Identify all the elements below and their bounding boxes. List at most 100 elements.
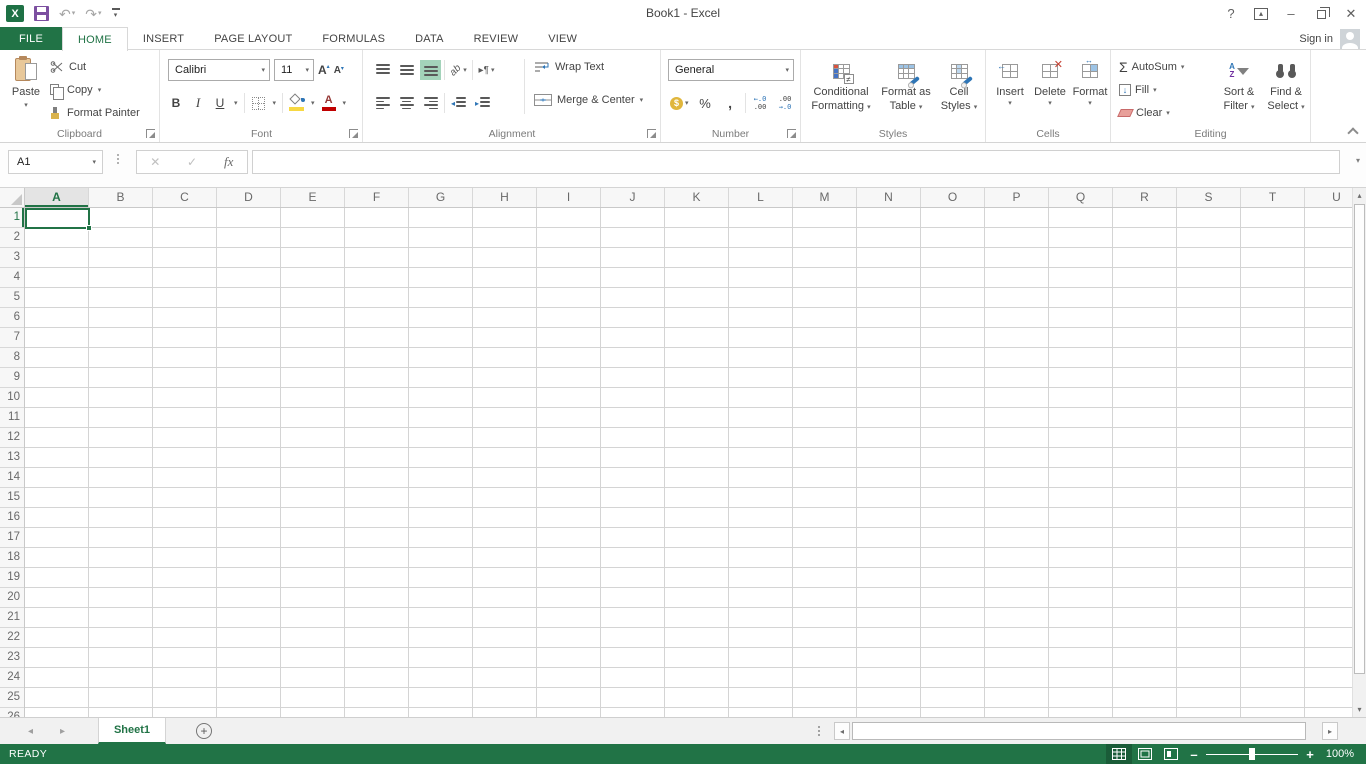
page-layout-view-button[interactable] [1132,744,1158,764]
close-icon[interactable]: ✕ [1336,0,1366,27]
page-break-preview-button[interactable] [1158,744,1184,764]
tab-view[interactable]: VIEW [533,27,592,50]
align-right-button[interactable] [420,93,441,113]
clear-button[interactable]: Clear▾ [1119,101,1184,124]
row-header-22[interactable]: 22 [0,628,24,648]
column-header-t[interactable]: T [1241,188,1305,207]
column-header-h[interactable]: H [473,188,537,207]
enter-icon[interactable]: ✓ [174,155,211,169]
row-header-3[interactable]: 3 [0,248,24,268]
horizontal-scrollbar-thumb[interactable] [852,722,1306,740]
row-header-6[interactable]: 6 [0,308,24,328]
row-header-21[interactable]: 21 [0,608,24,628]
vertical-scrollbar-thumb[interactable] [1354,204,1365,674]
insert-function-icon[interactable]: fx [210,154,247,170]
comma-style-button[interactable]: , [720,93,741,113]
column-header-a[interactable]: A [25,188,89,207]
underline-button[interactable]: U [212,93,228,113]
borders-caret-icon[interactable]: ▾ [273,99,277,107]
zoom-out-icon[interactable]: – [1184,747,1204,762]
column-header-c[interactable]: C [153,188,217,207]
cut-button[interactable]: Cut [50,55,140,78]
column-header-f[interactable]: F [345,188,409,207]
sign-in-area[interactable]: Sign in [1299,27,1360,50]
format-cells-button[interactable]: ↔ Format ▾ [1070,50,1110,109]
avatar-icon[interactable] [1340,29,1360,49]
sign-in-label[interactable]: Sign in [1299,33,1333,45]
minimize-icon[interactable]: – [1276,0,1306,27]
middle-align-button[interactable] [396,60,417,80]
name-box[interactable]: A1▾ [8,150,103,174]
sort-filter-button[interactable]: AZ Sort & Filter ▾ [1215,50,1263,114]
help-icon[interactable]: ? [1216,0,1246,27]
row-header-20[interactable]: 20 [0,588,24,608]
alignment-dialog-launcher-icon[interactable] [647,129,656,138]
column-header-u[interactable]: U [1305,188,1352,207]
row-header-11[interactable]: 11 [0,408,24,428]
tab-file[interactable]: FILE [0,27,62,50]
bold-button[interactable]: B [168,93,184,113]
column-header-n[interactable]: N [857,188,921,207]
formula-bar-expand-icon[interactable]: ▾ [1356,156,1360,165]
column-header-i[interactable]: I [537,188,601,207]
zoom-in-icon[interactable]: + [1300,747,1320,762]
tab-insert[interactable]: INSERT [128,27,199,50]
format-painter-button[interactable]: Format Painter [50,101,140,124]
increase-decimal-button[interactable]: ←.0.00 [750,93,771,113]
row-header-24[interactable]: 24 [0,668,24,688]
row-header-5[interactable]: 5 [0,288,24,308]
tab-home[interactable]: HOME [62,27,128,51]
column-header-p[interactable]: P [985,188,1049,207]
cancel-icon[interactable]: ✕ [137,155,174,169]
new-sheet-icon[interactable]: + [196,723,212,739]
clipboard-dialog-launcher-icon[interactable] [146,129,155,138]
delete-cells-button[interactable]: ✕ Delete ▾ [1030,50,1070,109]
column-header-q[interactable]: Q [1049,188,1113,207]
row-header-18[interactable]: 18 [0,548,24,568]
fill-color-caret-icon[interactable]: ▾ [311,99,315,107]
align-left-button[interactable] [372,93,393,113]
row-header-10[interactable]: 10 [0,388,24,408]
row-header-9[interactable]: 9 [0,368,24,388]
fill-button[interactable]: ↓Fill▾ [1119,78,1184,101]
row-header-12[interactable]: 12 [0,428,24,448]
active-cell-a1[interactable] [25,208,90,229]
scroll-down-icon[interactable]: ▾ [1353,702,1366,717]
bottom-align-button[interactable] [420,60,441,80]
number-format-combo[interactable]: General▾ [668,59,794,81]
tab-formulas[interactable]: FORMULAS [307,27,400,50]
orientation-button[interactable]: ab▾ [448,60,469,80]
column-header-m[interactable]: M [793,188,857,207]
scroll-right-icon[interactable]: ▸ [1322,722,1338,740]
previous-sheet-icon[interactable]: ◂ [28,718,33,744]
format-as-table-button[interactable]: Format as Table ▾ [877,50,935,114]
row-header-26[interactable]: 26 [0,708,24,717]
text-direction-button[interactable]: ▸¶▾ [476,60,497,80]
tab-review[interactable]: REVIEW [459,27,534,50]
italic-button[interactable]: I [190,93,206,113]
ribbon-display-options-button[interactable]: ▴ [1246,0,1276,27]
zoom-level[interactable]: 100% [1320,748,1366,760]
column-header-g[interactable]: G [409,188,473,207]
accounting-format-button[interactable]: $▾ [668,93,691,113]
collapse-ribbon-icon[interactable] [1349,127,1357,135]
font-size-combo[interactable]: 11▾ [274,59,314,81]
column-header-k[interactable]: K [665,188,729,207]
top-align-button[interactable] [372,60,393,80]
row-header-14[interactable]: 14 [0,468,24,488]
normal-view-button[interactable] [1106,744,1132,764]
cell-styles-button[interactable]: Cell Styles ▾ [935,50,983,114]
row-header-19[interactable]: 19 [0,568,24,588]
row-header-4[interactable]: 4 [0,268,24,288]
row-header-25[interactable]: 25 [0,688,24,708]
borders-button[interactable] [251,93,267,113]
scroll-left-icon[interactable]: ◂ [834,722,850,740]
next-sheet-icon[interactable]: ▸ [60,718,65,744]
scroll-up-icon[interactable]: ▴ [1353,188,1366,203]
formula-input[interactable] [252,150,1340,174]
select-all-button[interactable] [0,188,25,208]
column-header-o[interactable]: O [921,188,985,207]
fill-handle[interactable] [86,225,92,231]
tab-data[interactable]: DATA [400,27,459,50]
zoom-slider-thumb[interactable] [1249,748,1255,760]
